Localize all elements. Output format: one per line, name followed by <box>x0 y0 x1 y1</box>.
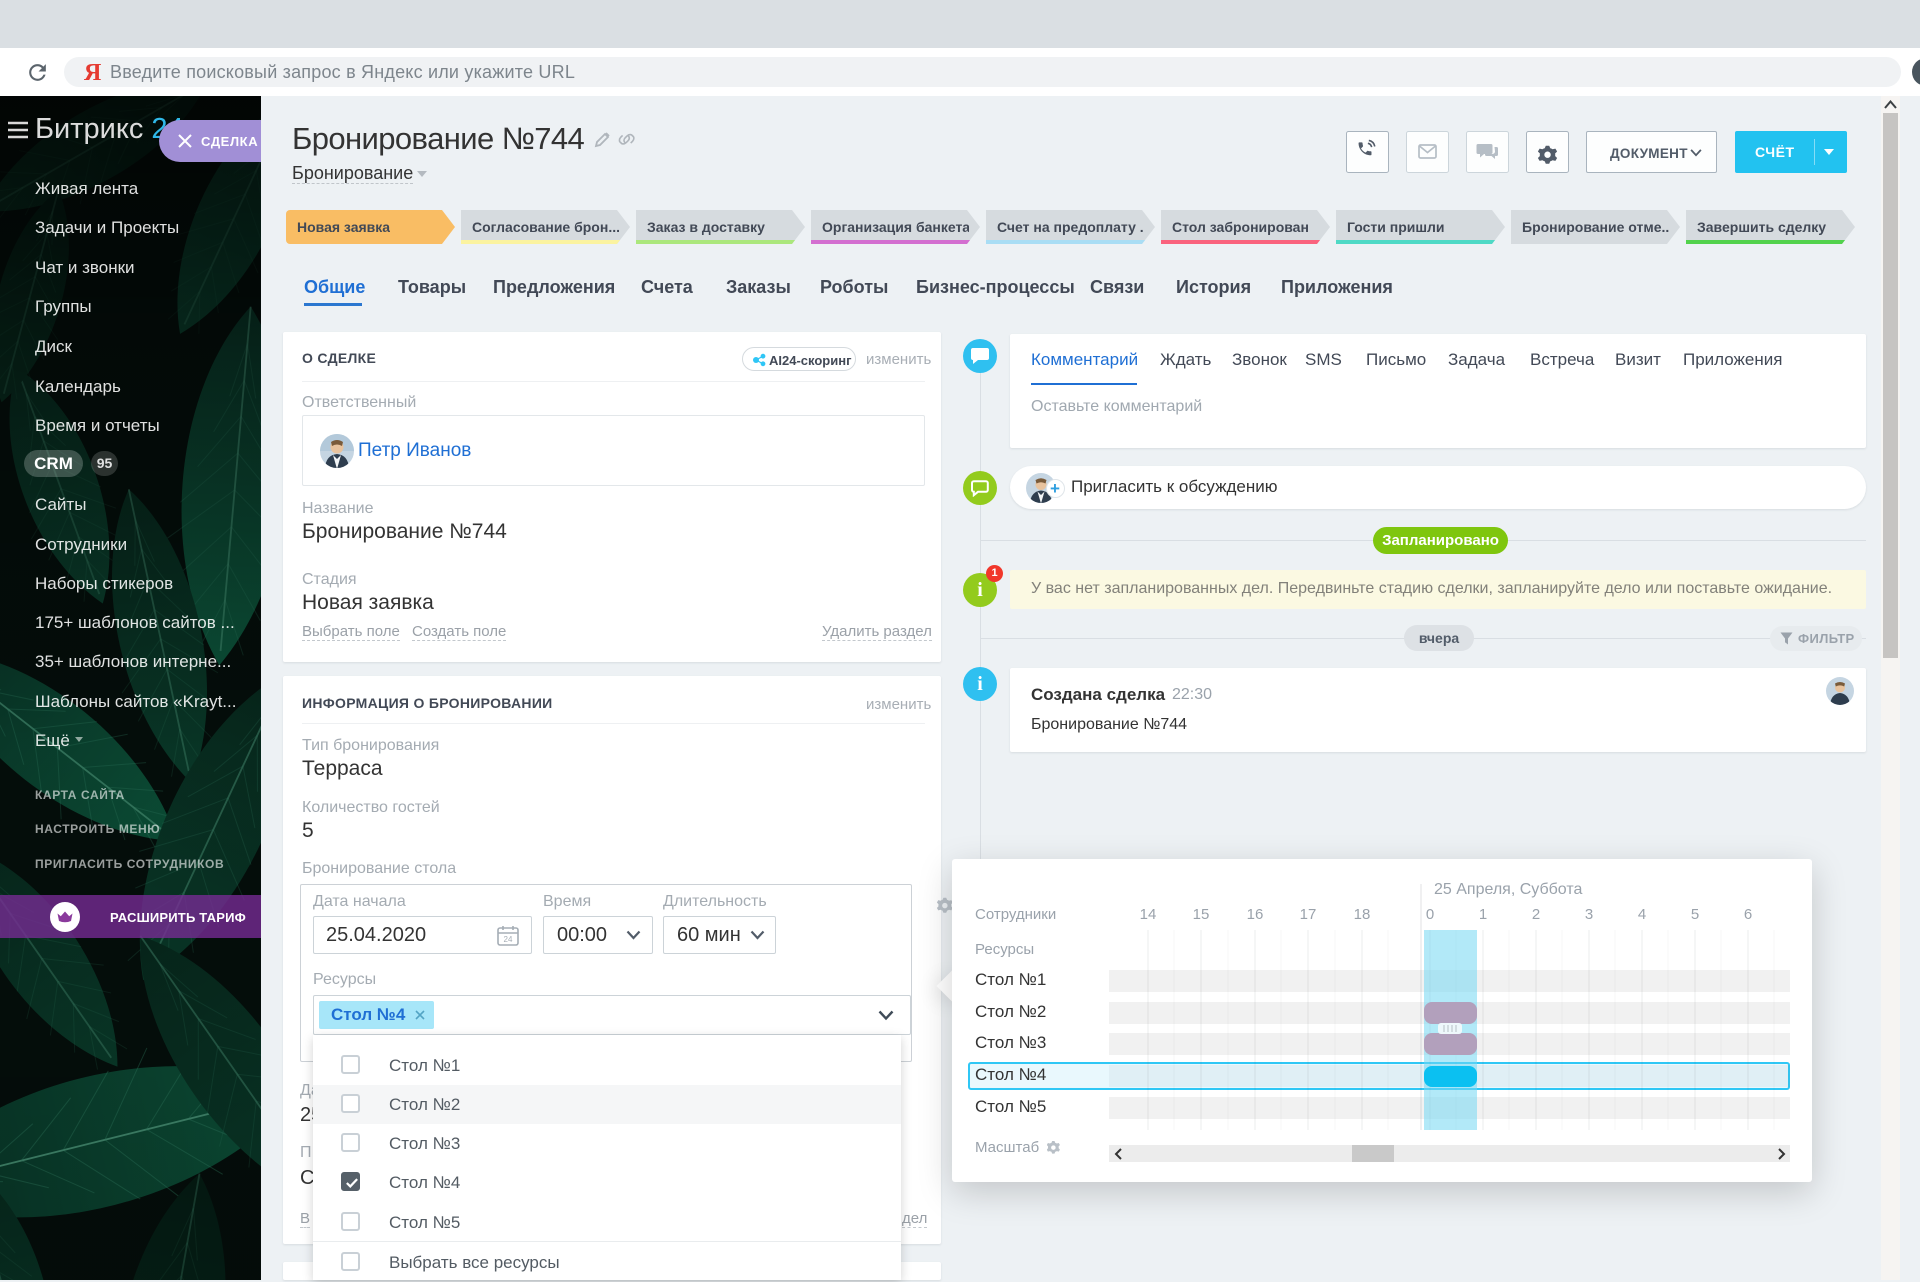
svg-text:24: 24 <box>504 935 513 944</box>
